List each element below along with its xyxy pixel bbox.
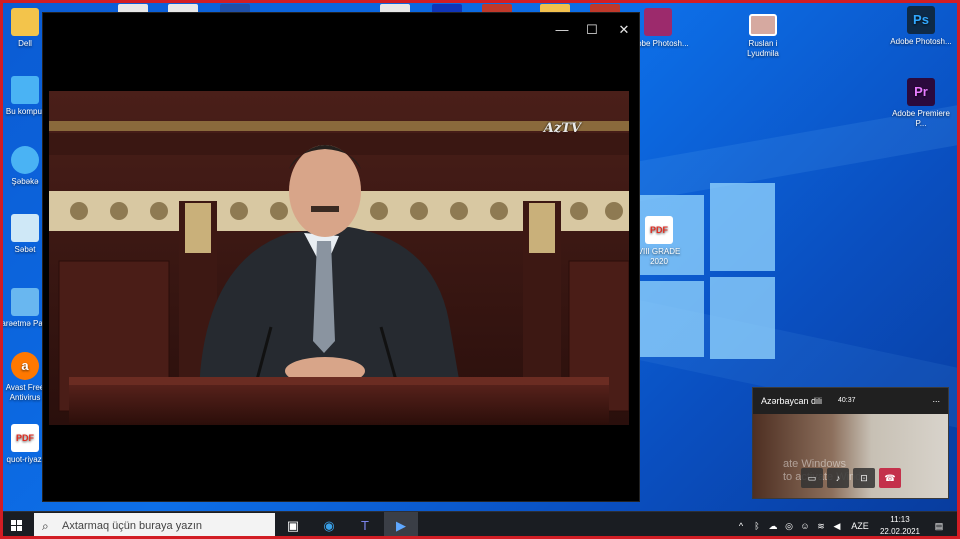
call-header: Azərbaycan dili 40:37 ... <box>753 388 948 414</box>
meet-now-icon[interactable]: ◎ <box>782 512 796 539</box>
desktop-icon-premiere[interactable]: Pr Adobe Premiere P... <box>890 78 952 129</box>
call-timer: 40:37 <box>838 397 856 404</box>
edge-icon[interactable]: ◉ <box>312 512 346 539</box>
more-options-icon[interactable]: ... <box>932 394 940 404</box>
clock-date: 22.02.2021 <box>879 527 921 536</box>
teams-icon[interactable]: T <box>348 512 382 539</box>
call-mini-window[interactable]: Azərbaycan dili 40:37 ... ate Windows to… <box>752 387 949 499</box>
image-file-icon <box>749 14 777 36</box>
user-folder-icon <box>11 8 39 36</box>
video-frame[interactable]: AzTV <box>49 91 629 425</box>
wifi-icon[interactable]: ≋ <box>814 512 828 539</box>
windows-icon <box>11 520 22 531</box>
clock-time: 11:13 <box>890 515 910 524</box>
call-title: Azərbaycan dili <box>761 396 823 406</box>
desktop-icon-ruslan[interactable]: Ruslan i Lyudmila <box>732 14 794 59</box>
call-video: ate Windows to activate Windo <box>753 414 948 498</box>
pdf-icon: PDF <box>645 216 673 244</box>
chevron-up-icon[interactable]: ^ <box>734 512 748 539</box>
volume-icon[interactable]: ◀ <box>830 512 844 539</box>
recycle-bin-icon <box>11 214 39 242</box>
video-scene <box>49 91 629 425</box>
photoshop-icon: Ps <box>907 6 935 34</box>
pdf-icon: PDF <box>11 424 39 452</box>
control-panel-icon <box>11 288 39 316</box>
taskbar: ⌕ Axtarmaq üçün buraya yazın ▣ ◉ T ▶ ^ ᛒ… <box>0 511 960 539</box>
premiere-icon: Pr <box>907 78 935 106</box>
task-view-icon[interactable]: ▣ <box>276 512 310 539</box>
channel-logo: AzTV <box>543 121 581 136</box>
close-button[interactable]: ✕ <box>611 19 637 41</box>
maximize-button[interactable]: ☐ <box>579 19 605 41</box>
mic-icon[interactable]: ♪ <box>827 468 849 488</box>
avast-icon: a <box>11 352 39 380</box>
hangup-icon[interactable]: ☎ <box>879 468 901 488</box>
minimize-button[interactable]: — <box>549 19 575 41</box>
people-icon[interactable]: ☺ <box>798 512 812 539</box>
search-input[interactable]: ⌕ Axtarmaq üçün buraya yazın <box>34 513 275 539</box>
language-indicator[interactable]: AZE <box>849 512 871 539</box>
onedrive-icon[interactable]: ☁ <box>766 512 780 539</box>
camera-icon[interactable]: ▭ <box>801 468 823 488</box>
winrar-icon <box>644 8 672 36</box>
notification-icon[interactable]: ▤ <box>930 512 948 539</box>
clock[interactable]: 11:13 22.02.2021 <box>872 514 928 538</box>
windows-logo-wallpaper <box>640 175 775 360</box>
media-player-window[interactable]: — ☐ ✕ AzTV <box>42 12 640 502</box>
network-icon <box>11 146 39 174</box>
computer-icon <box>11 76 39 104</box>
search-placeholder: Axtarmaq üçün buraya yazın <box>62 520 203 532</box>
start-button[interactable] <box>0 512 34 539</box>
share-icon[interactable]: ⊡ <box>853 468 875 488</box>
search-icon: ⌕ <box>42 519 49 533</box>
desktop-icon-photoshop[interactable]: Ps Adobe Photosh... <box>890 6 952 47</box>
media-player-taskbar-icon[interactable]: ▶ <box>384 512 418 539</box>
bluetooth-icon[interactable]: ᛒ <box>750 512 764 539</box>
